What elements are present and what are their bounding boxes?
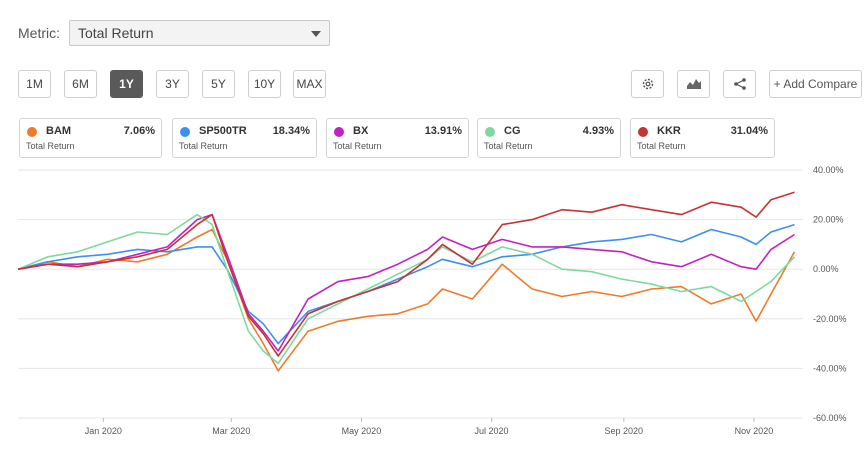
series-line-bam [17, 228, 796, 372]
legend-subtitle: Total Return [484, 141, 533, 151]
legend-subtitle: Total Return [26, 141, 75, 151]
metric-select[interactable]: Total Return [69, 20, 330, 46]
x-axis-labels: Jan 2020 Mar 2020 May 2020 Jul 2020 Sep 2020… [85, 418, 773, 436]
legend-value: 13.91% [424, 125, 462, 137]
x-tick-label: Nov 2020 [735, 426, 774, 436]
y-tick-label: 20.00% [813, 215, 844, 225]
legend-value: 7.06% [123, 125, 155, 137]
legend-item-kkr[interactable]: KKR 31.04% Total Return [630, 118, 775, 158]
range-button-5y[interactable]: 5Y [202, 70, 235, 98]
x-tick-label: Sep 2020 [605, 426, 644, 436]
series-lines [17, 191, 796, 372]
y-tick-label: -40.00% [813, 363, 847, 373]
y-axis-labels: 40.00% 20.00% 0.00% -20.00% -40.00% -60.00% [813, 165, 847, 423]
legend-ticker: BX [353, 125, 369, 137]
share-icon [733, 78, 746, 90]
line-chart[interactable]: 40.00% 20.00% 0.00% -20.00% -40.00% -60.00% J… [0, 160, 868, 450]
x-tick-label: Jan 2020 [85, 426, 122, 436]
legend-ticker: CG [504, 125, 521, 137]
y-tick-label: 0.00% [813, 264, 839, 274]
legend-dot [27, 127, 37, 137]
range-button-1m[interactable]: 1M [18, 70, 51, 98]
legend-dot [638, 127, 648, 137]
share-button[interactable] [723, 70, 756, 98]
series-line-bx [17, 213, 795, 352]
range-button-3y[interactable]: 3Y [156, 70, 189, 98]
series-line-kkr [17, 191, 795, 357]
legend-item-cg[interactable]: CG 4.93% Total Return [477, 118, 621, 158]
series-line-cg [17, 213, 796, 365]
legend-ticker: BAM [46, 125, 72, 137]
legend-ticker: KKR [657, 125, 681, 137]
area-chart-icon [686, 79, 701, 89]
range-button-6m[interactable]: 6M [64, 70, 97, 98]
metric-label: Metric: [18, 25, 60, 41]
chevron-down-icon [311, 31, 321, 37]
range-button-1y[interactable]: 1Y [110, 70, 143, 98]
settings-button[interactable] [631, 70, 664, 98]
legend-dot [334, 127, 344, 137]
legend-ticker: SP500TR [199, 125, 247, 137]
grid-lines [18, 169, 803, 419]
y-tick-label: -20.00% [813, 314, 847, 324]
legend-value: 4.93% [582, 125, 614, 137]
legend-subtitle: Total Return [637, 141, 686, 151]
legend-item-bam[interactable]: BAM 7.06% Total Return [19, 118, 162, 158]
legend-item-bx[interactable]: BX 13.91% Total Return [326, 118, 469, 158]
y-tick-label: -60.00% [813, 413, 847, 423]
legend-value: 18.34% [272, 125, 310, 137]
x-tick-label: Mar 2020 [212, 426, 250, 436]
legend-subtitle: Total Return [179, 141, 228, 151]
chart-type-button[interactable] [677, 70, 710, 98]
range-button-10y[interactable]: 10Y [248, 70, 281, 98]
metric-row: Metric: Total Return [18, 20, 330, 46]
metric-select-value: Total Return [78, 25, 154, 41]
legend-dot [180, 127, 190, 137]
x-tick-label: Jul 2020 [475, 426, 509, 436]
y-tick-label: 40.00% [813, 165, 844, 175]
add-compare-button[interactable]: + Add Compare [769, 70, 862, 98]
legend-dot [485, 127, 495, 137]
legend-value: 31.04% [730, 125, 768, 137]
range-button-max[interactable]: MAX [293, 70, 326, 98]
series-line-sp500tr [17, 223, 795, 345]
legend-subtitle: Total Return [333, 141, 382, 151]
x-tick-label: May 2020 [342, 426, 382, 436]
gear-icon [642, 78, 653, 90]
legend-item-sp500tr[interactable]: SP500TR 18.34% Total Return [172, 118, 317, 158]
